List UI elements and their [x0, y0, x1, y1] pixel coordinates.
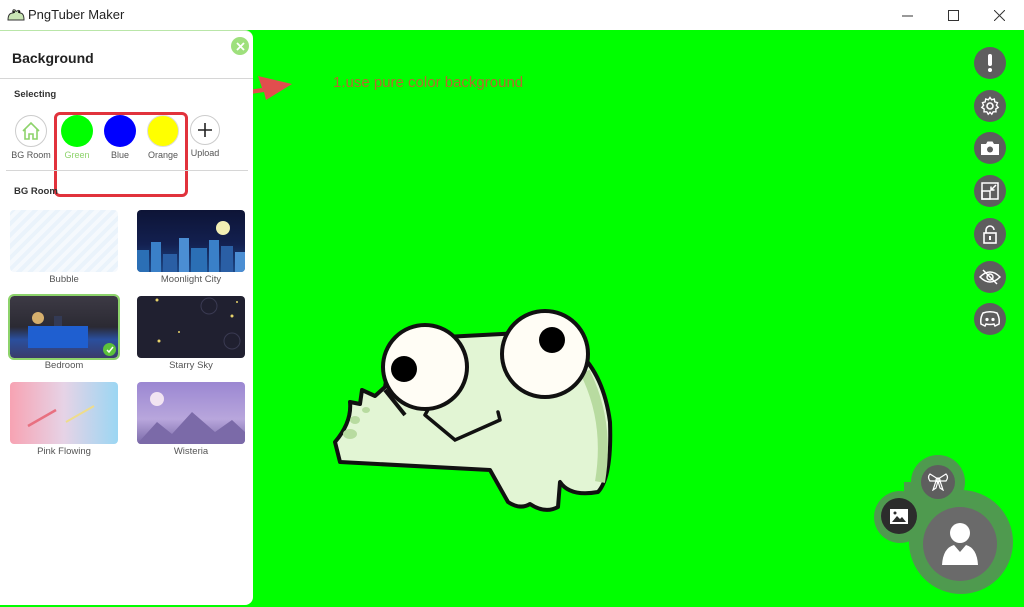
minimize-button[interactable] — [884, 0, 930, 30]
maximize-button[interactable] — [930, 0, 976, 30]
thumb-bubble[interactable] — [10, 210, 118, 272]
thumb-moonlight-city[interactable] — [137, 210, 245, 272]
image-icon — [890, 508, 908, 524]
thumb-label: Bedroom — [44, 360, 84, 371]
selecting-label: Selecting — [14, 89, 57, 100]
thumb-wisteria[interactable] — [137, 382, 245, 444]
minimize-icon — [901, 15, 913, 16]
eye-off-icon — [979, 269, 1001, 285]
city-art — [137, 221, 245, 272]
thumb-label: Bubble — [49, 274, 79, 285]
screenshot-button[interactable] — [974, 132, 1006, 164]
title-bar: PngTuber Maker — [0, 0, 1024, 30]
selection-highlight-box — [54, 112, 188, 197]
swatch-label: BG Room — [11, 150, 51, 160]
discord-button[interactable] — [974, 303, 1006, 335]
panel-close-button[interactable] — [231, 37, 249, 55]
maximize-icon — [947, 9, 959, 21]
info-button[interactable] — [974, 47, 1006, 79]
settings-button[interactable] — [974, 90, 1006, 122]
avatar-menu-button[interactable] — [923, 507, 997, 581]
swatch-bg-room[interactable]: BG Room — [9, 115, 53, 160]
wisteria-art — [137, 392, 245, 444]
thumb-label: Starry Sky — [169, 360, 213, 371]
background-menu-button[interactable] — [881, 498, 917, 534]
thumb-starry-sky[interactable] — [137, 296, 245, 358]
selected-check-icon — [103, 343, 116, 356]
panel-title: Background — [12, 50, 94, 66]
swatch-label: Upload — [190, 148, 220, 158]
exclamation-icon — [988, 54, 992, 72]
app-title: PngTuber Maker — [28, 7, 125, 22]
thumb-label: Moonlight City — [160, 274, 222, 285]
frog-logo-icon — [7, 9, 25, 21]
thumb-label: Pink Flowing — [37, 446, 91, 457]
house-icon — [22, 121, 40, 140]
bg-room-label: BG Room — [14, 186, 58, 197]
swatch-circle — [15, 115, 47, 147]
close-icon — [993, 9, 1005, 21]
close-icon — [235, 41, 245, 51]
shrink-icon — [981, 182, 999, 200]
thumb-bedroom[interactable] — [8, 294, 120, 360]
gear-icon — [980, 96, 1000, 116]
discord-icon — [980, 311, 1000, 327]
shrink-window-button[interactable] — [974, 175, 1006, 207]
hide-button[interactable] — [974, 261, 1006, 293]
divider — [0, 78, 253, 79]
pink-flowing-art — [27, 405, 95, 428]
close-button[interactable] — [976, 0, 1022, 30]
thumb-pink-flowing[interactable] — [10, 382, 118, 444]
lock-button[interactable] — [974, 218, 1006, 250]
accessories-button[interactable] — [921, 465, 955, 499]
lock-icon — [983, 225, 997, 244]
person-icon — [942, 523, 978, 565]
bedroom-art — [28, 312, 88, 348]
frog-avatar[interactable] — [330, 292, 620, 512]
camera-icon — [981, 141, 999, 155]
plus-icon — [198, 123, 212, 137]
starry-art — [155, 297, 241, 350]
hint-text: 1.use pure color background — [333, 74, 524, 91]
background-panel: Background Selecting BG Room Green Blue … — [0, 30, 253, 605]
swatch-upload[interactable]: Upload — [183, 115, 227, 158]
swatch-circle — [190, 115, 220, 145]
thumb-label: Wisteria — [173, 446, 209, 457]
bow-icon — [927, 473, 949, 491]
divider — [6, 170, 248, 171]
